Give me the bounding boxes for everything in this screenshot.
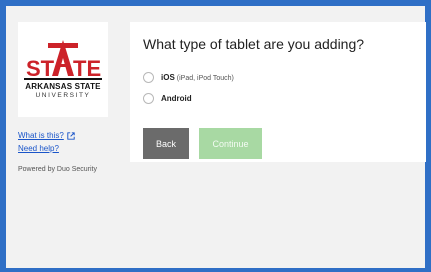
option-android-label: Android — [161, 94, 192, 103]
powered-by-text: Powered by Duo Security — [18, 166, 97, 173]
back-button[interactable]: Back — [143, 128, 189, 159]
svg-text:ST: ST — [26, 56, 55, 80]
what-is-this-link[interactable]: What is this? — [18, 131, 118, 140]
help-links: What is this? Need help? — [18, 131, 118, 153]
option-ios[interactable]: iOS (iPad, iPod Touch) — [143, 72, 234, 83]
logo-wordmark: ARKANSAS STATE UNIVERSITY — [25, 81, 101, 100]
sidebar: ST TE ARKANSAS STATE UNIVERSITY What is … — [18, 22, 118, 173]
radio-android[interactable] — [143, 93, 154, 104]
continue-button[interactable]: Continue — [199, 128, 262, 159]
svg-text:TE: TE — [73, 56, 101, 80]
option-ios-title: iOS — [161, 73, 175, 82]
university-logo: ST TE ARKANSAS STATE UNIVERSITY — [18, 22, 108, 117]
option-ios-sublabel: (iPad, iPod Touch) — [176, 75, 234, 82]
option-ios-label: iOS (iPad, iPod Touch) — [161, 73, 234, 82]
page-frame: ST TE ARKANSAS STATE UNIVERSITY What is … — [6, 6, 426, 268]
radio-ios[interactable] — [143, 72, 154, 83]
a-state-logo-mark: ST TE — [24, 39, 102, 80]
need-help-label: Need help? — [18, 144, 59, 153]
device-type-panel: What type of tablet are you adding? iOS(… — [130, 22, 426, 162]
button-row: Back Continue — [143, 128, 262, 159]
what-is-this-label: What is this? — [18, 131, 64, 140]
logo-line-1: ARKANSAS STATE — [25, 81, 101, 91]
page-title: What type of tablet are you adding? — [143, 36, 365, 52]
need-help-link[interactable]: Need help? — [18, 144, 118, 153]
option-android[interactable]: Android — [143, 93, 192, 104]
external-link-icon — [67, 131, 75, 140]
logo-line-2: UNIVERSITY — [35, 91, 91, 99]
